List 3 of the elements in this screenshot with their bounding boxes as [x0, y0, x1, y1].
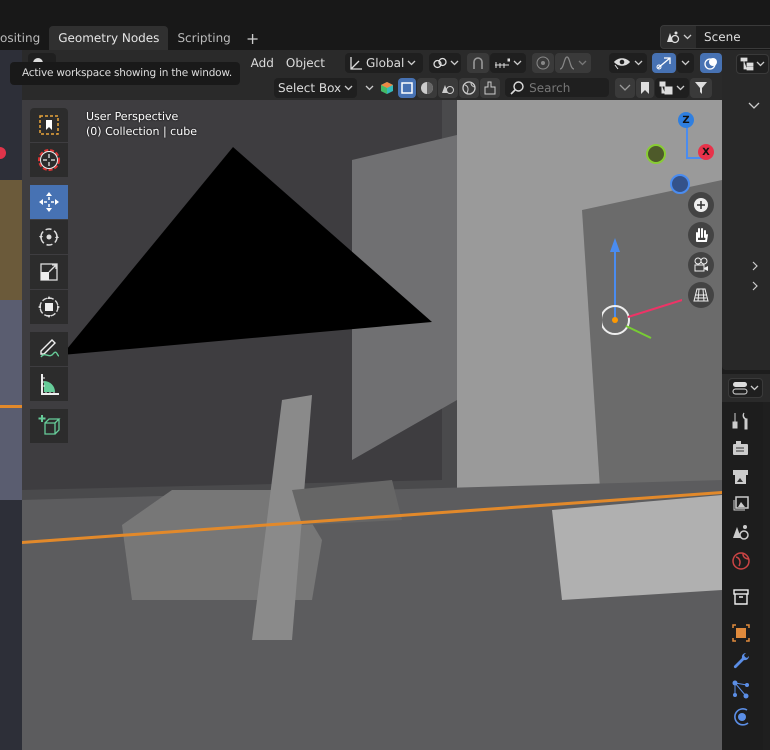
tooltip: Active workspace showing in the window.	[10, 62, 240, 85]
collection-label: (0) Collection | cube	[86, 125, 197, 138]
view-title: User Perspective	[86, 110, 180, 123]
